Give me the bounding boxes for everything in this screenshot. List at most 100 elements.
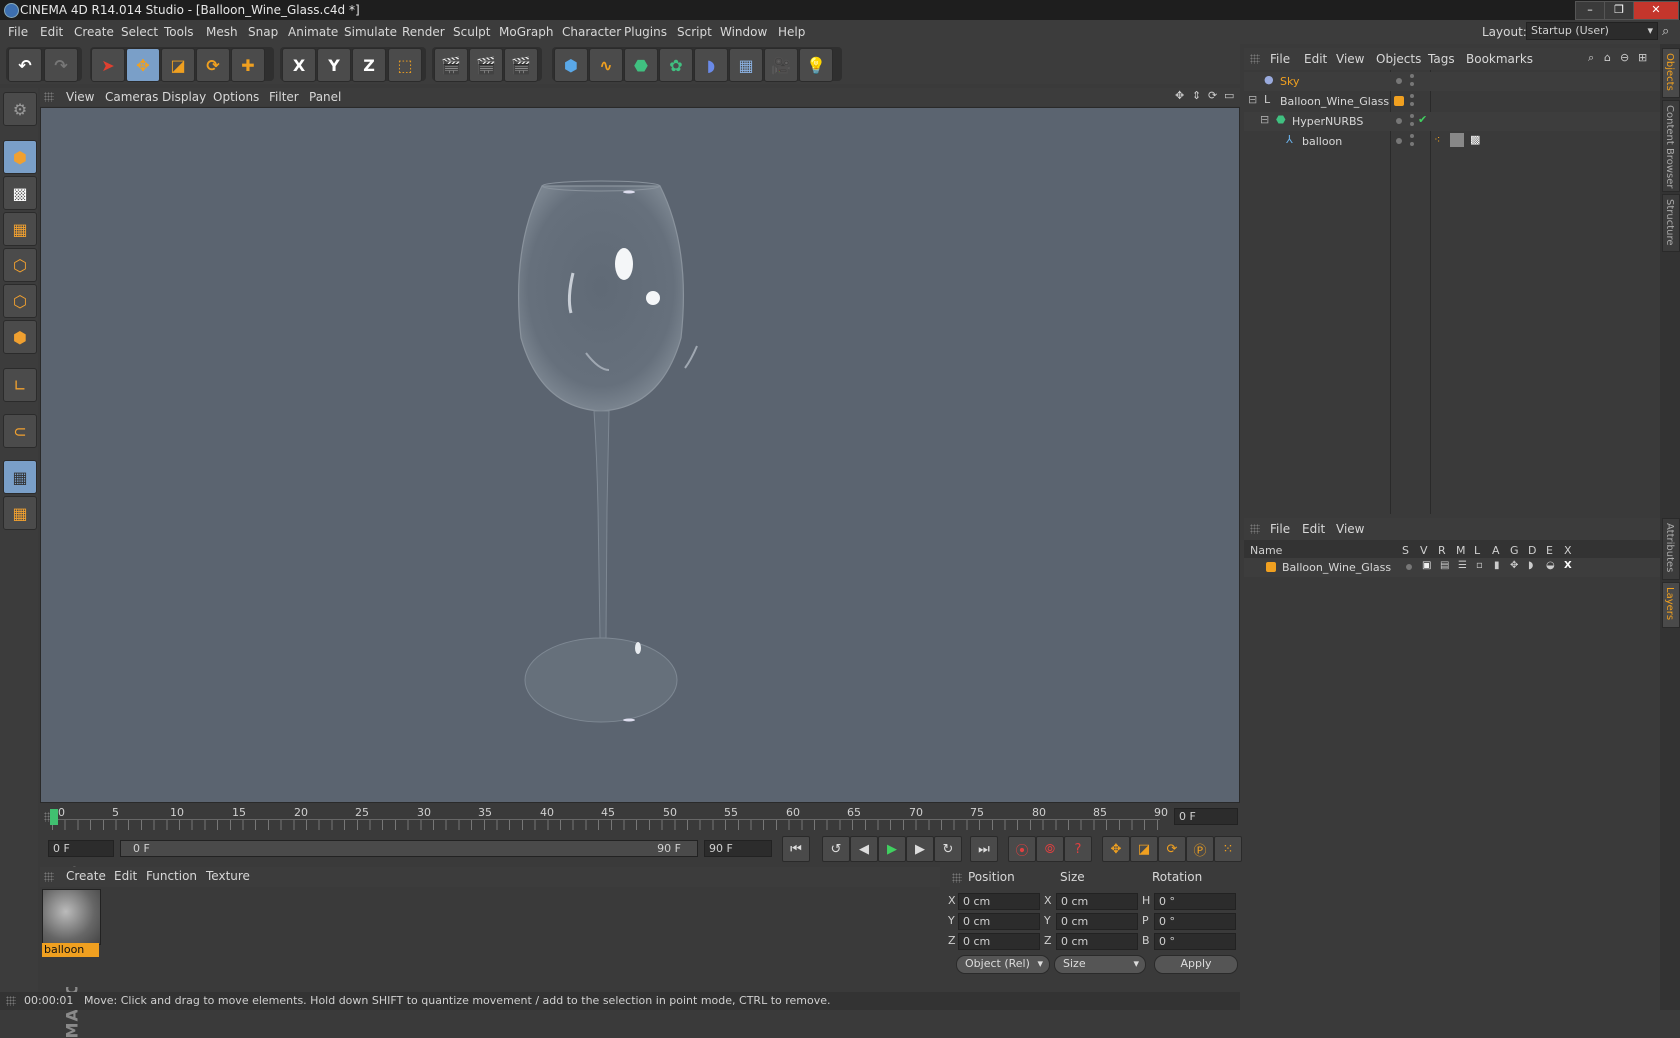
render-clapper-icon[interactable]: ▤	[1440, 560, 1449, 571]
add-light-button[interactable]: 💡	[799, 48, 833, 82]
viewport-maximize-icon[interactable]: ▭	[1224, 89, 1234, 102]
lm-menu-view[interactable]: View	[1336, 522, 1364, 536]
menu-mograph[interactable]: MoGraph	[499, 25, 554, 39]
om-menu-bookmarks[interactable]: Bookmarks	[1466, 52, 1533, 66]
tab-layers[interactable]: Layers	[1662, 582, 1680, 628]
redo-button[interactable]: ↷	[44, 48, 78, 82]
editor-visibility-dot[interactable]	[1396, 138, 1402, 144]
material-name-label[interactable]: balloon	[42, 943, 99, 957]
material-menu-function[interactable]: Function	[146, 869, 197, 883]
end-frame-field[interactable]: 90 F	[704, 840, 772, 857]
phong-tag-icon[interactable]: ⁖	[1434, 133, 1440, 146]
add-spline-button[interactable]: ∿	[589, 48, 623, 82]
render-view-button[interactable]: 🎬	[434, 48, 468, 82]
editor-visibility-dot[interactable]	[1410, 94, 1414, 98]
manager-list-icon[interactable]: ☰	[1458, 560, 1467, 571]
workplane-mode-button[interactable]: ▦	[3, 212, 37, 246]
viewport-menu-filter[interactable]: Filter	[269, 90, 299, 104]
menu-file[interactable]: File	[8, 25, 28, 39]
planar-workplane-button[interactable]: ▦	[3, 496, 37, 530]
viewport-menu-cameras[interactable]: Cameras	[105, 90, 158, 104]
add-nurbs-button[interactable]: ⬣	[624, 48, 658, 82]
scale-tool-button[interactable]: ◪	[161, 48, 195, 82]
size-z-field[interactable]: 0 cm	[1056, 933, 1138, 950]
expression-icon[interactable]: ◒	[1546, 560, 1555, 571]
edges-mode-button[interactable]: ⬡	[3, 284, 37, 318]
render-picture-viewer-button[interactable]: 🎬	[469, 48, 503, 82]
om-menu-view[interactable]: View	[1336, 52, 1364, 66]
previous-frame-button[interactable]: ◀	[850, 836, 878, 862]
move-tool-button[interactable]: ✥	[126, 48, 160, 82]
menu-animate[interactable]: Animate	[288, 25, 338, 39]
object-row-balloon[interactable]: ⅄ balloon ⁖ ▩	[1244, 132, 1660, 151]
next-frame-button[interactable]: ▶	[906, 836, 934, 862]
animation-icon[interactable]: ▮	[1494, 560, 1500, 571]
record-keys-button[interactable]: ⦿	[1008, 836, 1036, 862]
menu-select[interactable]: Select	[121, 25, 158, 39]
collapse-icon[interactable]: ⊟	[1248, 93, 1257, 106]
position-x-field[interactable]: 0 cm	[958, 893, 1040, 910]
position-y-field[interactable]: 0 cm	[958, 913, 1040, 930]
rotation-b-field[interactable]: 0 °	[1154, 933, 1236, 950]
menu-render[interactable]: Render	[402, 25, 445, 39]
lm-menu-file[interactable]: File	[1270, 522, 1290, 536]
layer-solo-toggle[interactable]	[1406, 564, 1412, 570]
material-menu-texture[interactable]: Texture	[206, 869, 250, 883]
deformer-icon[interactable]: ◗	[1528, 560, 1533, 571]
key-scale-button[interactable]: ◪	[1130, 836, 1158, 862]
go-to-start-button[interactable]: ⏮	[782, 836, 810, 862]
size-x-field[interactable]: 0 cm	[1056, 893, 1138, 910]
timeline-ruler[interactable]: 0 5 10 15 20 25 30 35 40 45 50 55 60 65 …	[40, 805, 1240, 830]
object-row-balloon-wine-glass[interactable]: ⊟ L Balloon_Wine_Glass	[1244, 92, 1660, 111]
menu-sculpt[interactable]: Sculpt	[453, 25, 490, 39]
tab-content-browser[interactable]: Content Browser	[1662, 100, 1680, 192]
om-menu-file[interactable]: File	[1270, 52, 1290, 66]
keyframe-selection-button[interactable]: ?	[1064, 836, 1092, 862]
menu-edit[interactable]: Edit	[40, 25, 63, 39]
add-cube-button[interactable]: ⬢	[554, 48, 588, 82]
preview-range-slider[interactable]: 0 F 90 F	[120, 840, 698, 857]
layer-row[interactable]: Balloon_Wine_Glass ▣ ▤ ☰ ▫ ▮ ✥ ◗ ◒ X	[1244, 558, 1660, 577]
timeline-track[interactable]	[52, 819, 1160, 830]
render-visibility-dot[interactable]	[1410, 102, 1414, 106]
viewport-move-icon[interactable]: ✥	[1175, 89, 1184, 102]
editor-visibility-dot[interactable]	[1396, 118, 1402, 124]
editor-visibility-dot[interactable]	[1396, 78, 1402, 84]
xref-icon[interactable]: X	[1564, 560, 1572, 571]
menu-help[interactable]: Help	[778, 25, 805, 39]
key-position-button[interactable]: ✥	[1102, 836, 1130, 862]
x-axis-lock-button[interactable]: X	[282, 48, 316, 82]
viewport-menu-panel[interactable]: Panel	[309, 90, 341, 104]
size-y-field[interactable]: 0 cm	[1056, 913, 1138, 930]
viewport-menu-display[interactable]: Display	[162, 90, 206, 104]
undo-button[interactable]: ↶	[8, 48, 42, 82]
search-icon[interactable]: ⌕	[1588, 51, 1594, 65]
apply-button[interactable]: Apply	[1154, 955, 1238, 974]
om-menu-edit[interactable]: Edit	[1304, 52, 1327, 66]
next-key-button[interactable]: ↻	[934, 836, 962, 862]
recent-tool-button[interactable]: ✚	[231, 48, 265, 82]
close-button[interactable]: ✕	[1633, 1, 1679, 20]
autokey-button[interactable]: ⦾	[1036, 836, 1064, 862]
add-deformer-button[interactable]: ◗	[694, 48, 728, 82]
workplane-lock-button[interactable]: ▦	[3, 460, 37, 494]
points-mode-button[interactable]: ⬡	[3, 248, 37, 282]
key-rotation-button[interactable]: ⟳	[1158, 836, 1186, 862]
filter-icon[interactable]: ⊖	[1620, 51, 1629, 64]
add-floor-button[interactable]: ▦	[729, 48, 763, 82]
rotation-h-field[interactable]: 0 °	[1154, 893, 1236, 910]
object-row-sky[interactable]: ● Sky	[1244, 72, 1660, 91]
om-menu-objects[interactable]: Objects	[1376, 52, 1421, 66]
rotate-tool-button[interactable]: ⟳	[196, 48, 230, 82]
viewport-zoom-icon[interactable]: ⇕	[1192, 89, 1201, 102]
go-to-end-button[interactable]: ⏭	[970, 836, 998, 862]
search-icon[interactable]: ⌕	[1662, 24, 1669, 39]
previous-key-button[interactable]: ↺	[822, 836, 850, 862]
viewport-menu-options[interactable]: Options	[213, 90, 259, 104]
coordinate-system-button[interactable]: ⬚	[388, 48, 422, 82]
3d-viewport[interactable]	[40, 107, 1240, 803]
position-z-field[interactable]: 0 cm	[958, 933, 1040, 950]
layer-color-swatch[interactable]	[1394, 96, 1404, 106]
key-parameter-button[interactable]: Ⓟ	[1186, 836, 1214, 862]
object-row-hypernurbs[interactable]: ⊟ ⬣ HyperNURBS ✔	[1244, 112, 1660, 131]
